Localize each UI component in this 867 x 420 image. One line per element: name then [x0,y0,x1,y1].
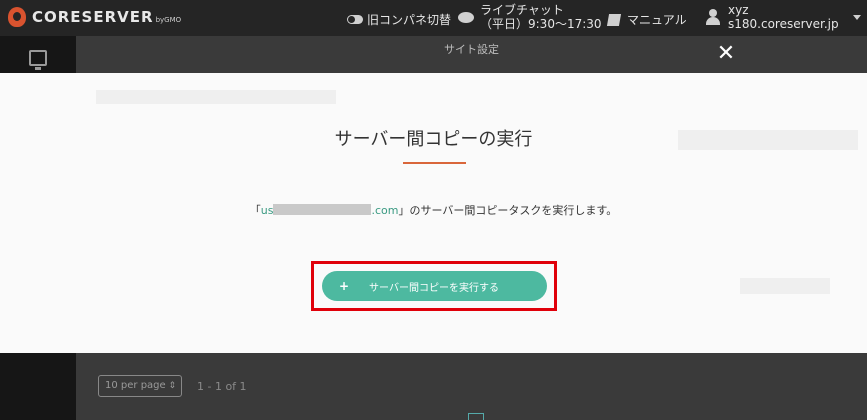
user-menu[interactable]: xyz s180.coreserver.jp [706,3,861,31]
modal-message: 「us .com」のサーバー間コピータスクを実行します。 [0,202,867,218]
message-rest: 」のサーバー間コピータスクを実行します。 [398,204,618,217]
chevron-down-icon [852,14,861,20]
manual-label: マニュアル [627,13,687,27]
top-header: CORESERVER byGMO 旧コンパネ切替 ライブチャット （平日）9:3… [0,0,867,36]
modal-title: サーバー間コピーの実行 [334,129,533,150]
domain-suffix: .com [371,204,399,217]
message-open: 「 [249,204,261,217]
redacted-domain [273,204,372,215]
title-underline [403,162,466,164]
copy-modal: サーバー間コピーの実行 「us .com」のサーバー間コピータスクを実行します。 … [0,73,867,353]
live-chat-link[interactable]: ライブチャット （平日）9:30〜17:30 [458,3,602,31]
user-name: xyz [728,3,749,17]
modal-header-title: サイト設定 [444,43,499,56]
run-copy-button[interactable]: + サーバー間コピーを実行する [322,271,547,301]
logo-icon [8,7,26,27]
domain-prefix: us [260,204,274,217]
toggle-icon [347,15,363,24]
plus-icon: + [338,279,350,293]
logo-text: CORESERVER [32,8,154,26]
chat-icon [458,11,474,23]
manual-link[interactable]: マニュアル [606,11,687,28]
user-icon [706,9,720,25]
per-page-select[interactable]: 10 per page [98,375,182,397]
run-copy-button-label: サーバー間コピーを実行する [369,282,499,294]
logo-sub: byGMO [155,16,182,24]
live-chat-hours: （平日）9:30〜17:30 [480,17,602,31]
old-panel-toggle[interactable]: 旧コンパネ切替 [347,11,451,28]
checkbox[interactable] [468,413,484,420]
old-panel-toggle-label: 旧コンパネ切替 [367,13,452,27]
pagination-range: 1 - 1 of 1 [197,380,247,393]
user-server: s180.coreserver.jp [728,17,839,31]
monitor-icon[interactable] [29,50,47,70]
background-button [740,278,830,294]
book-icon [606,13,622,26]
background-heading [96,90,336,104]
close-icon[interactable]: ✕ [716,43,736,65]
live-chat-title: ライブチャット [480,3,564,17]
coreserver-logo[interactable]: CORESERVER byGMO [8,7,181,27]
